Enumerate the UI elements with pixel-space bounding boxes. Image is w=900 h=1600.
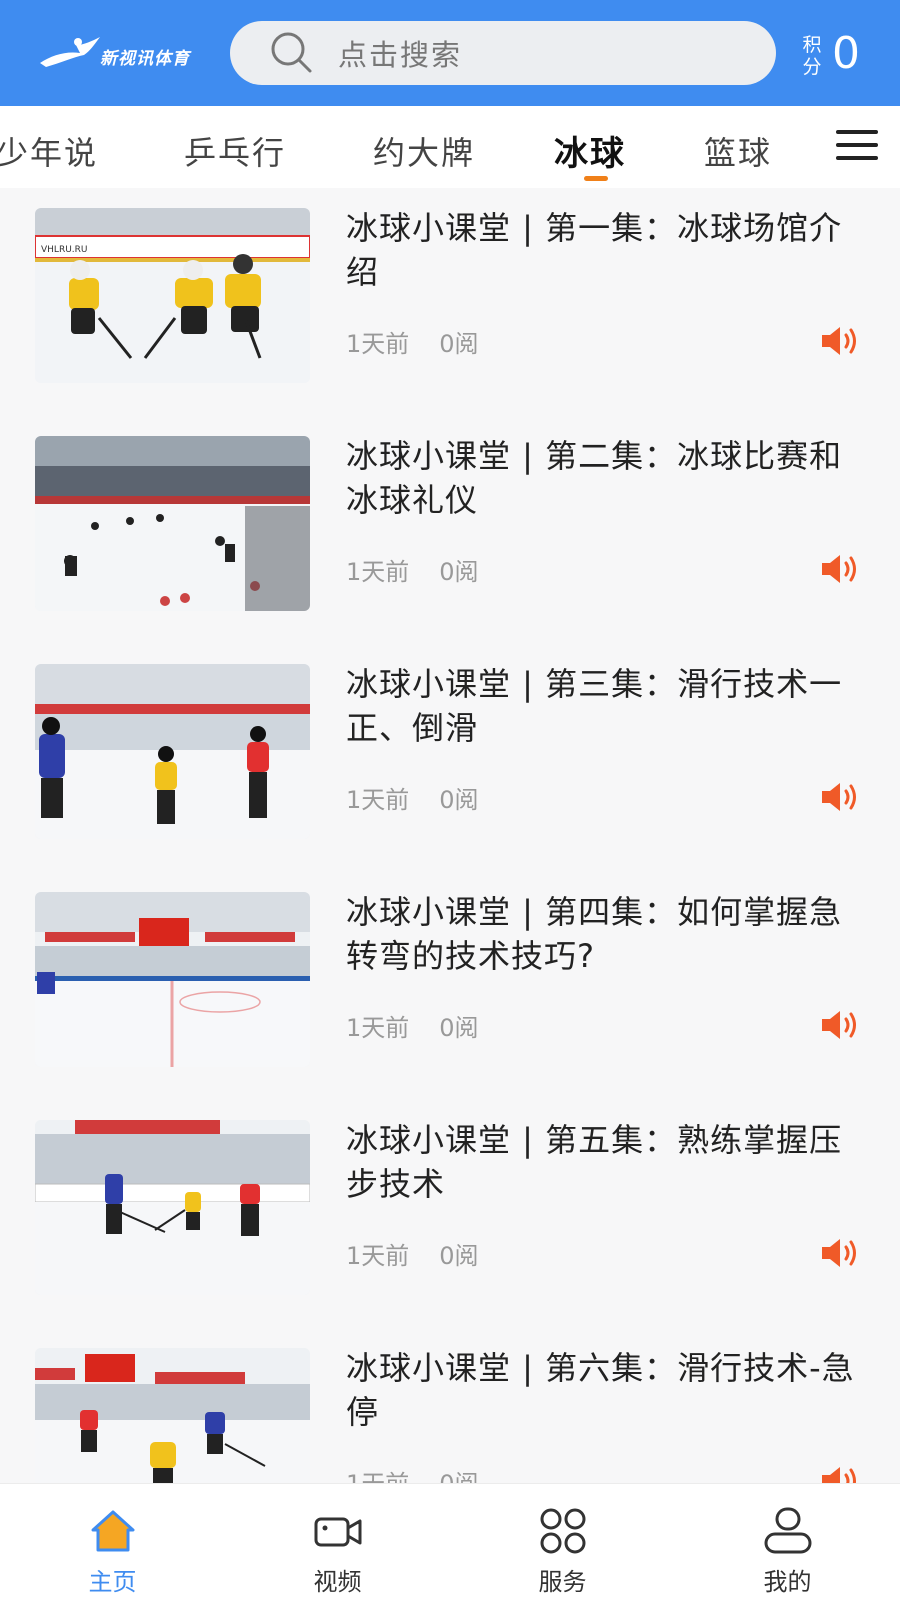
nav-label: 视频: [313, 1568, 362, 1596]
points-value[interactable]: 0: [832, 24, 860, 84]
category-tabs: 少年说 乒乓行 约大牌 冰球 篮球: [0, 106, 900, 188]
nav-home[interactable]: 主页: [0, 1484, 225, 1600]
article-meta: 1天前 0阅: [346, 552, 509, 587]
active-tab-indicator: [584, 176, 608, 181]
read-count: 0阅: [439, 786, 479, 814]
search-icon: [271, 32, 312, 73]
read-count: 0阅: [439, 330, 479, 358]
list-item[interactable]: VHLRU.RU 冰球小课堂 | 第一集：冰球场馆介绍 1天前 0阅: [0, 188, 900, 416]
empty-rink-image: [35, 892, 310, 1067]
home-icon: [91, 1510, 135, 1552]
nav-label: 我的: [763, 1568, 812, 1596]
menu-icon[interactable]: [836, 130, 878, 160]
list-item[interactable]: 冰球小课堂 | 第四集：如何掌握急转弯的技术技巧? 1天前 0阅: [0, 872, 900, 1100]
article-title: 冰球小课堂 | 第五集：熟练掌握压步技术: [346, 1121, 843, 1203]
hockey-stop-image: [35, 1348, 310, 1483]
search-placeholder: 点击搜索: [338, 38, 463, 72]
nav-profile[interactable]: 我的: [675, 1484, 900, 1600]
list-item[interactable]: 冰球小课堂 | 第五集：熟练掌握压步技术 1天前 0阅: [0, 1100, 900, 1328]
publish-time: 1天前: [346, 1242, 410, 1270]
points-label: 积分: [802, 34, 822, 78]
hockey-players-image: VHLRU.RU: [35, 208, 310, 383]
bottom-navigation: 主页 视频 服务 我的: [0, 1483, 900, 1600]
read-count: 0阅: [439, 558, 479, 586]
app-logo[interactable]: 新视讯体育: [36, 30, 206, 76]
article-title: 冰球小课堂 | 第一集：冰球场馆介绍: [346, 209, 843, 291]
article-meta: 1天前 0阅: [346, 780, 509, 815]
publish-time: 1天前: [346, 1014, 410, 1042]
read-count: 0阅: [439, 1242, 479, 1270]
article-title: 冰球小课堂 | 第二集：冰球比赛和冰球礼仪: [346, 437, 843, 519]
article-title: 冰球小课堂 | 第六集：滑行技术-急停: [346, 1349, 855, 1431]
hockey-rink-image: [35, 436, 310, 611]
article-thumbnail[interactable]: [35, 1348, 310, 1483]
article-meta: 1天前 0阅: [346, 1236, 509, 1271]
logo-text: 新视讯体育: [100, 48, 190, 69]
list-item[interactable]: 冰球小课堂 | 第六集：滑行技术-急停 1天前 0阅: [0, 1328, 900, 1483]
article-title: 冰球小课堂 | 第三集：滑行技术一正、倒滑: [346, 665, 843, 747]
article-meta: 1天前 0阅: [346, 324, 509, 359]
article-meta: 1天前 0阅: [346, 1008, 509, 1043]
article-thumbnail[interactable]: VHLRU.RU: [35, 208, 310, 383]
nav-label: 主页: [88, 1568, 137, 1596]
article-thumbnail[interactable]: [35, 892, 310, 1067]
top-bar: 新视讯体育 点击搜索 积分 0: [0, 0, 900, 106]
svg-text:VHLRU.RU: VHLRU.RU: [41, 245, 87, 255]
tab-ice-hockey[interactable]: 冰球: [554, 126, 626, 175]
tab-yuedapai[interactable]: 约大牌: [373, 128, 475, 174]
publish-time: 1天前: [346, 330, 410, 358]
speaker-icon[interactable]: [820, 780, 860, 814]
article-thumbnail[interactable]: [35, 664, 310, 839]
logo-mark-icon: [40, 37, 100, 67]
article-thumbnail[interactable]: [35, 1120, 310, 1295]
publish-time: 1天前: [346, 786, 410, 814]
list-item[interactable]: 冰球小课堂 | 第二集：冰球比赛和冰球礼仪 1天前 0阅: [0, 416, 900, 644]
nav-video[interactable]: 视频: [225, 1484, 450, 1600]
read-count: 0阅: [439, 1014, 479, 1042]
hockey-training-image: [35, 1120, 310, 1295]
tab-basketball[interactable]: 篮球: [704, 128, 772, 174]
read-count: 0阅: [439, 1470, 478, 1483]
list-item[interactable]: 冰球小课堂 | 第三集：滑行技术一正、倒滑 1天前 0阅: [0, 644, 900, 872]
article-thumbnail[interactable]: [35, 436, 310, 611]
nav-services[interactable]: 服务: [450, 1484, 675, 1600]
search-box[interactable]: 点击搜索: [230, 21, 776, 85]
speaker-icon[interactable]: [820, 324, 860, 358]
grid-icon: [540, 1508, 586, 1554]
publish-time: 1天前: [346, 558, 410, 586]
article-list: VHLRU.RU 冰球小课堂 | 第一集：冰球场馆介绍 1天前 0阅 冰球小课堂…: [0, 188, 900, 1483]
tab-shaoniansuo[interactable]: 少年说: [0, 128, 98, 174]
user-icon: [764, 1507, 812, 1554]
video-camera-icon: [314, 1517, 362, 1547]
speaker-icon[interactable]: [820, 552, 860, 586]
publish-time: 1天前: [346, 1470, 409, 1483]
nav-label: 服务: [538, 1568, 587, 1596]
speaker-icon[interactable]: [820, 1008, 860, 1042]
article-meta: 1天前 0阅: [346, 1464, 509, 1483]
speaker-icon[interactable]: [820, 1464, 860, 1483]
article-title: 冰球小课堂 | 第四集：如何掌握急转弯的技术技巧?: [346, 893, 843, 975]
tab-pingpangxing[interactable]: 乒乓行: [184, 128, 286, 174]
skating-kids-image: [35, 664, 310, 839]
speaker-icon[interactable]: [820, 1236, 860, 1270]
